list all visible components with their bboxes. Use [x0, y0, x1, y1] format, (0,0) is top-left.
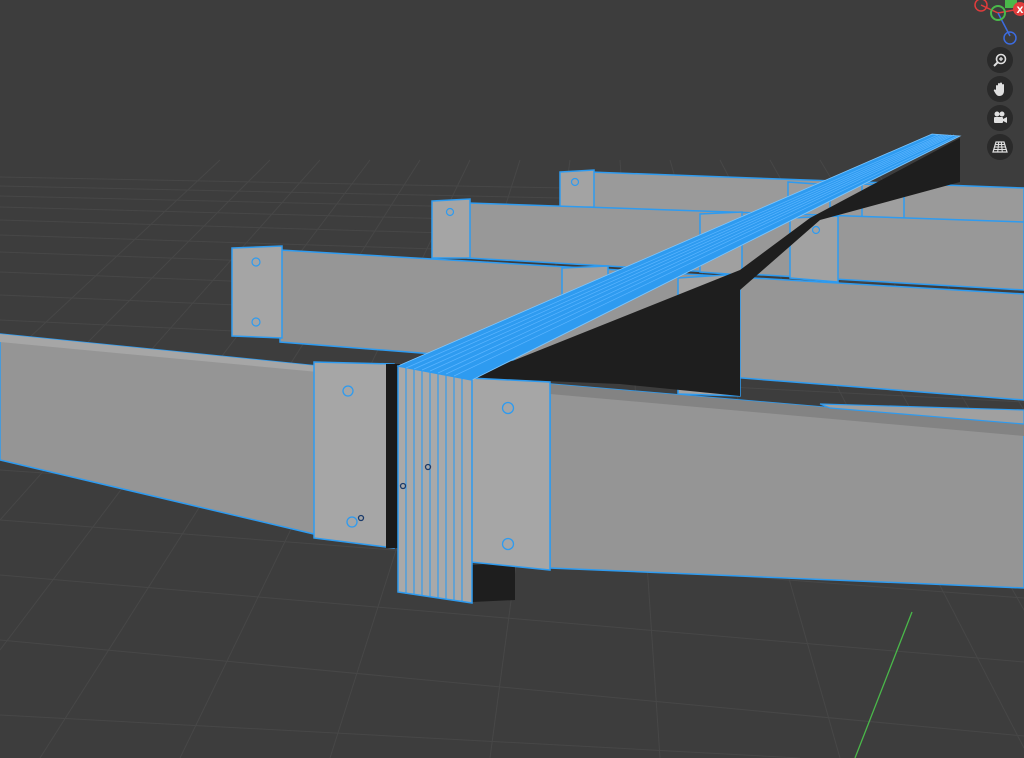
camera-icon	[994, 111, 1007, 123]
grid-icon	[992, 141, 1008, 153]
axis-gizmo[interactable]: X	[934, 0, 1024, 50]
neg-z-axis-handle[interactable]	[1003, 31, 1017, 45]
x-axis-label: X	[1017, 6, 1024, 16]
zoom-button[interactable]	[987, 47, 1013, 73]
camera-button[interactable]	[987, 105, 1013, 131]
scene-canvas[interactable]	[0, 0, 1024, 758]
perspective-toggle-button[interactable]	[987, 134, 1013, 160]
hand-icon	[993, 82, 1004, 96]
zoom-icon	[993, 53, 1007, 67]
pan-button[interactable]	[987, 76, 1013, 102]
navigation-controls	[987, 47, 1015, 163]
3d-viewport[interactable]: X	[0, 0, 1024, 758]
